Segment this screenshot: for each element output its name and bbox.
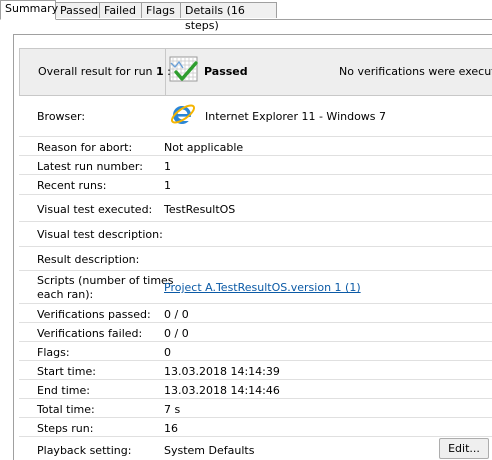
total-time-label: Total time:	[37, 403, 95, 416]
recent-runs-value: 1	[164, 179, 171, 192]
result-desc-label: Result description:	[37, 253, 140, 266]
playback-value: System Defaults	[164, 444, 255, 457]
visual-test-label: Visual test executed:	[37, 203, 153, 216]
verification-note: No verifications were executed	[339, 65, 492, 78]
row-start-time: Start time: 13.03.2018 14:14:39	[19, 361, 492, 380]
tab-passed[interactable]: Passed	[55, 2, 100, 18]
end-time-value: 13.03.2018 14:14:46	[164, 384, 280, 397]
row-browser: Browser: Internet Explorer 11 - Windows …	[19, 95, 492, 137]
header-divider	[165, 49, 166, 95]
overall-result-header: Overall result for run 1 : Passed No ver…	[19, 48, 492, 96]
reason-value: Not applicable	[164, 141, 244, 154]
tab-flags-label: Flags	[146, 4, 175, 17]
recent-runs-label: Recent runs:	[37, 179, 107, 192]
row-visual-test: Visual test executed: TestResultOS	[19, 195, 492, 222]
browser-value: Internet Explorer 11 - Windows 7	[205, 110, 387, 123]
reason-label: Reason for abort:	[37, 141, 133, 154]
scripts-link[interactable]: Project A.TestResultOS.version 1 (1)	[164, 281, 361, 294]
tab-summary[interactable]: Summary	[0, 0, 59, 20]
ver-passed-label: Verifications passed:	[37, 308, 151, 321]
overall-prefix: Overall result for run	[38, 65, 157, 78]
row-total-time: Total time: 7 s	[19, 399, 492, 418]
edit-playback-button[interactable]: Edit...	[439, 438, 489, 459]
tab-failed[interactable]: Failed	[99, 2, 142, 18]
internet-explorer-icon	[170, 104, 196, 124]
tab-failed-label: Failed	[104, 4, 136, 17]
row-result-description: Result description:	[19, 247, 492, 271]
ver-passed-value: 0 / 0	[164, 308, 189, 321]
overall-status: Passed	[204, 65, 248, 78]
row-verifications-failed: Verifications failed: 0 / 0	[19, 323, 492, 342]
total-time-value: 7 s	[164, 403, 181, 416]
row-verifications-passed: Verifications passed: 0 / 0	[19, 304, 492, 323]
row-reason-for-abort: Reason for abort: Not applicable	[19, 137, 492, 156]
end-time-label: End time:	[37, 384, 90, 397]
row-latest-run: Latest run number: 1	[19, 156, 492, 175]
playback-label: Playback setting:	[37, 444, 132, 457]
passed-chart-check-icon	[169, 56, 198, 82]
latest-run-label: Latest run number:	[37, 160, 143, 173]
tab-flags[interactable]: Flags	[141, 2, 181, 18]
row-playback-setting: Playback setting: System Defaults	[19, 437, 492, 459]
tab-summary-label: Summary	[5, 2, 59, 15]
flags-value: 0	[164, 346, 171, 359]
tab-bar: Summary Passed Failed Flags Details (16 …	[0, 0, 492, 32]
tab-passed-label: Passed	[60, 4, 99, 17]
row-end-time: End time: 13.03.2018 14:14:46	[19, 380, 492, 399]
flags-label: Flags:	[37, 346, 70, 359]
ver-failed-label: Verifications failed:	[37, 327, 143, 340]
scripts-label-line1: Scripts (number of times	[37, 274, 174, 287]
steps-run-value: 16	[164, 422, 178, 435]
browser-label: Browser:	[37, 110, 86, 123]
row-flags: Flags: 0	[19, 342, 492, 361]
latest-run-value: 1	[164, 160, 171, 173]
scripts-label-line2: each ran):	[37, 288, 94, 301]
ver-failed-value: 0 / 0	[164, 327, 189, 340]
tab-details-label: Details (16 steps)	[185, 4, 245, 32]
tab-details[interactable]: Details (16 steps)	[180, 2, 277, 32]
row-steps-run: Steps run: 16	[19, 418, 492, 437]
steps-run-label: Steps run:	[37, 422, 94, 435]
visual-test-value: TestResultOS	[164, 203, 236, 216]
visual-desc-label: Visual test description:	[37, 228, 163, 241]
row-recent-runs: Recent runs: 1	[19, 175, 492, 195]
overall-result-label: Overall result for run 1 :	[38, 65, 171, 78]
row-visual-test-description: Visual test description:	[19, 222, 492, 247]
run-number: 1	[156, 65, 164, 78]
start-time-value: 13.03.2018 14:14:39	[164, 365, 280, 378]
start-time-label: Start time:	[37, 365, 96, 378]
row-scripts: Scripts (number of times each ran): Proj…	[19, 271, 492, 304]
